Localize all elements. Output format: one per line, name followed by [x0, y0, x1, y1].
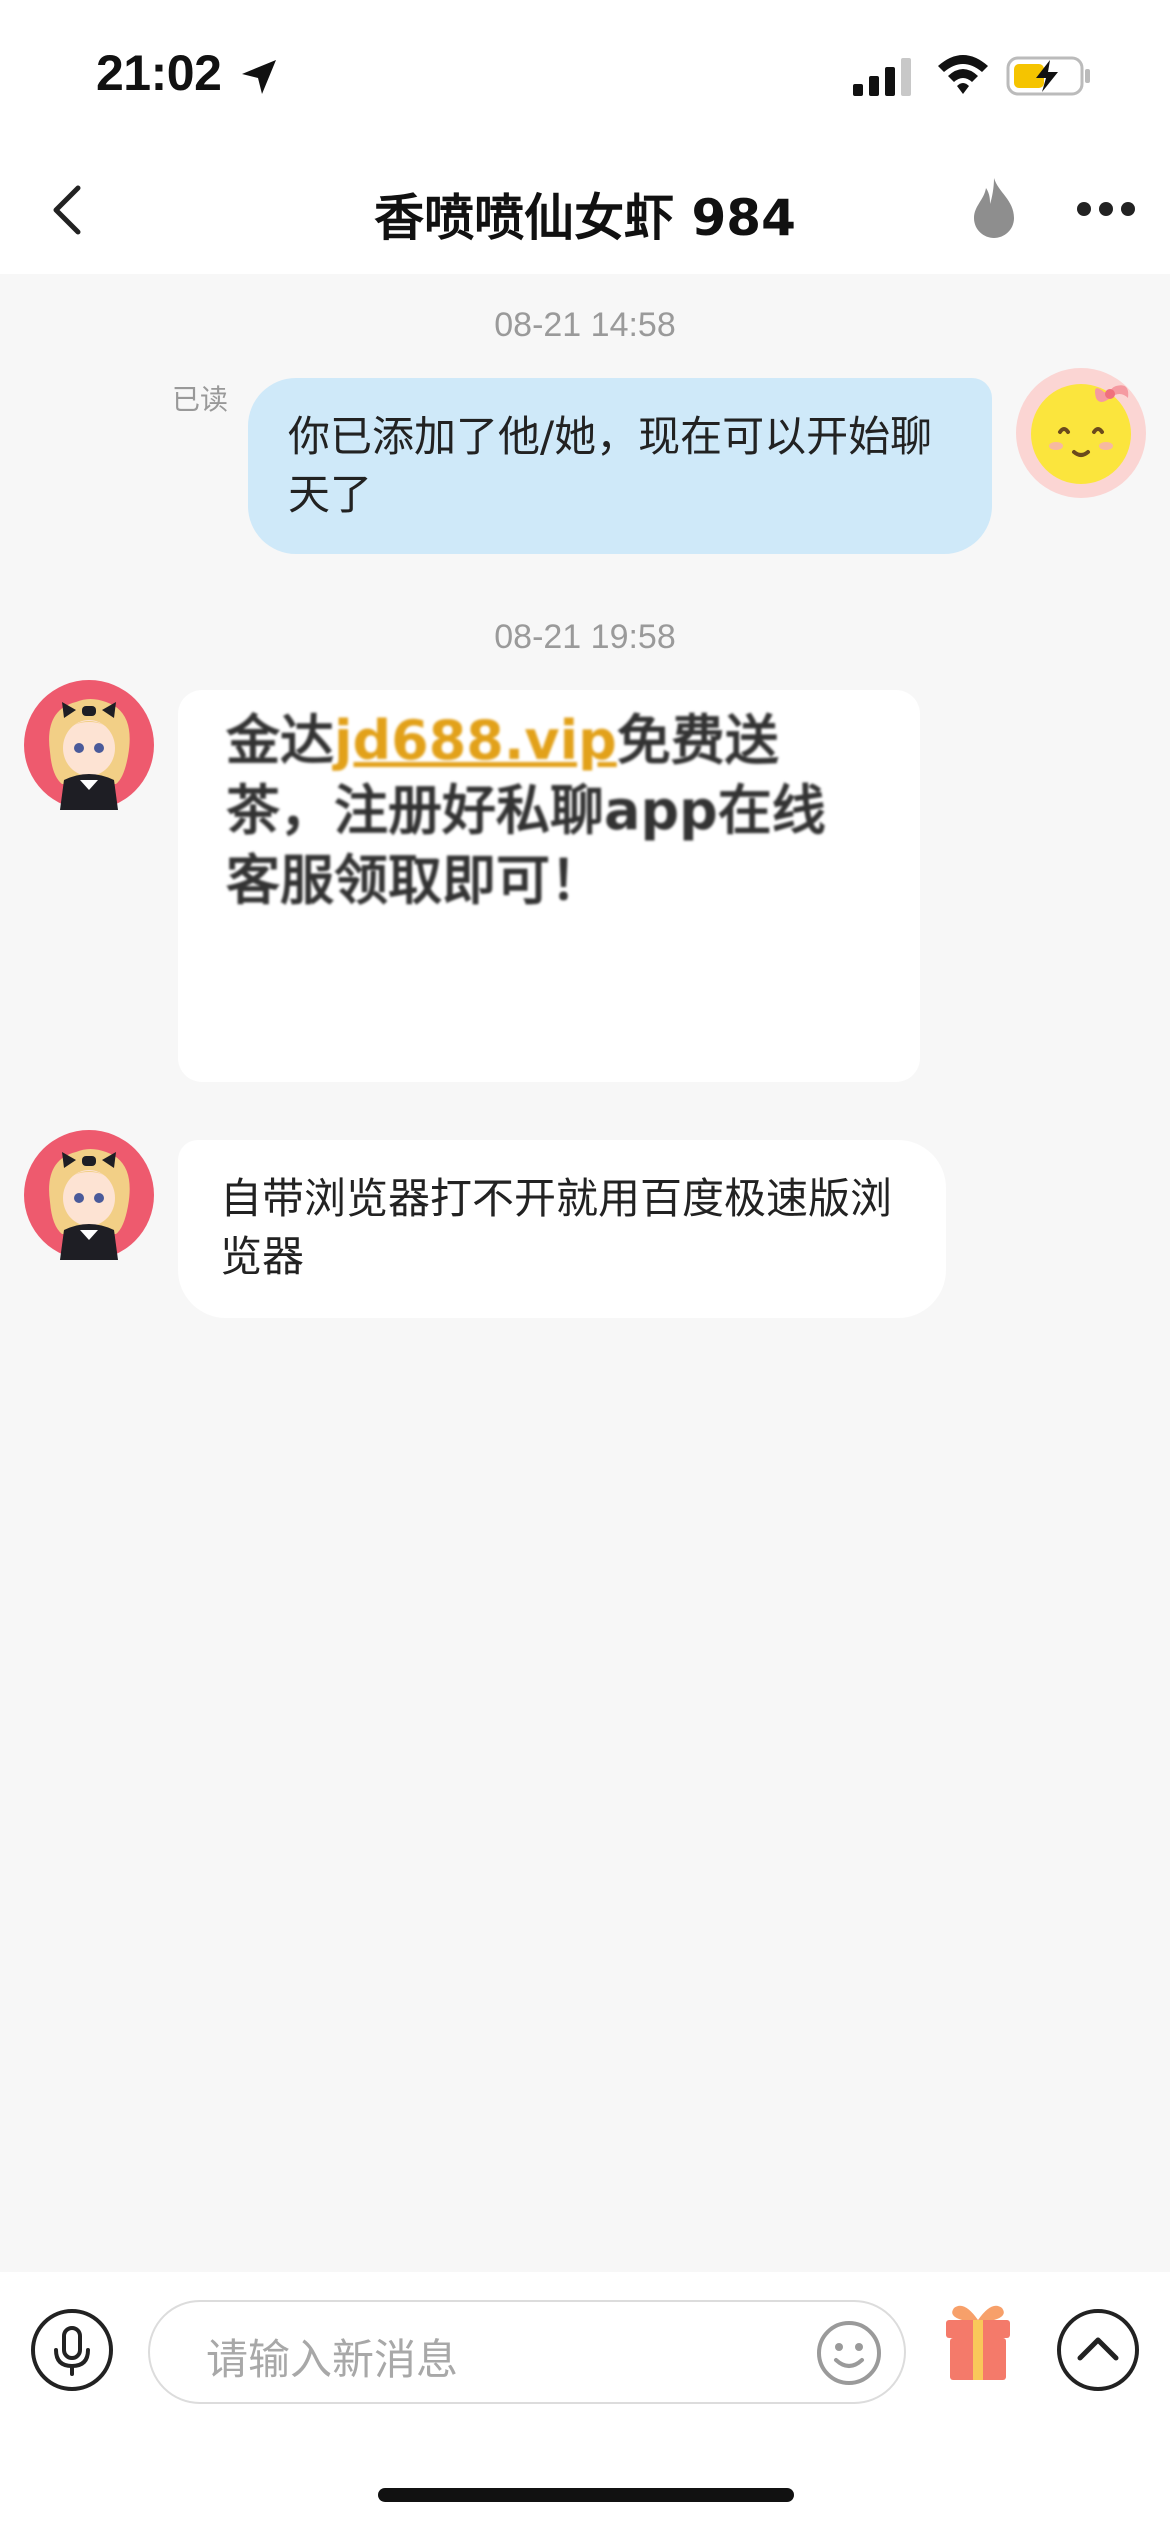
battery-charging-icon [1006, 56, 1090, 96]
home-indicator[interactable] [378, 2488, 794, 2502]
more-dots-icon[interactable] [1076, 196, 1136, 222]
chat-title: 香喷喷仙女虾 984 [374, 189, 796, 247]
status-time: 21:02 [96, 45, 222, 101]
message-link[interactable]: jd688.vip [334, 709, 617, 772]
cellular-signal-icon [853, 58, 911, 96]
my-message-bubble[interactable]: 你已添加了他/她，现在可以开始聊天了 [248, 378, 992, 554]
wifi-icon [938, 55, 988, 94]
microphone-icon[interactable] [30, 2308, 114, 2392]
message-timestamp: 08-21 14:58 [494, 306, 676, 344]
my-avatar[interactable] [1016, 368, 1146, 498]
contact-message-bubble[interactable]: 自带浏览器打不开就用百度极速版浏览器 [178, 1140, 946, 1318]
spam-message-text: 金达jd688.vip免费送茶，注册好私聊app在线客服领取即可！ [226, 709, 826, 912]
emoji-icon[interactable] [816, 2320, 882, 2386]
gift-icon[interactable] [940, 2298, 1016, 2382]
contact-avatar[interactable] [24, 680, 154, 810]
message-input[interactable]: 请输入新消息 [148, 2300, 906, 2404]
contact-avatar[interactable] [24, 1130, 154, 1260]
chat-header: 香喷喷仙女虾 984 [0, 150, 1170, 274]
chat-messages-area[interactable]: 08-21 14:58 已读 你已添加了他/她，现在可以开始聊天了 08-21 … [0, 274, 1170, 2272]
read-status-label: 已读 [172, 383, 229, 416]
status-bar: 21:02 [0, 0, 1170, 150]
location-arrow-icon [242, 60, 276, 94]
message-timestamp: 08-21 19:58 [494, 618, 676, 656]
chevron-up-icon[interactable] [1056, 2308, 1140, 2392]
message-text: 你已添加了他/她，现在可以开始聊天了 [288, 412, 933, 519]
flame-icon[interactable] [968, 176, 1020, 240]
message-placeholder: 请输入新消息 [206, 2335, 459, 2384]
contact-message-bubble[interactable]: 金达jd688.vip免费送茶，注册好私聊app在线客服领取即可！ [178, 690, 920, 1082]
message-text: 自带浏览器打不开就用百度极速版浏览器 [220, 1174, 893, 1281]
chevron-left-icon[interactable] [46, 180, 90, 240]
